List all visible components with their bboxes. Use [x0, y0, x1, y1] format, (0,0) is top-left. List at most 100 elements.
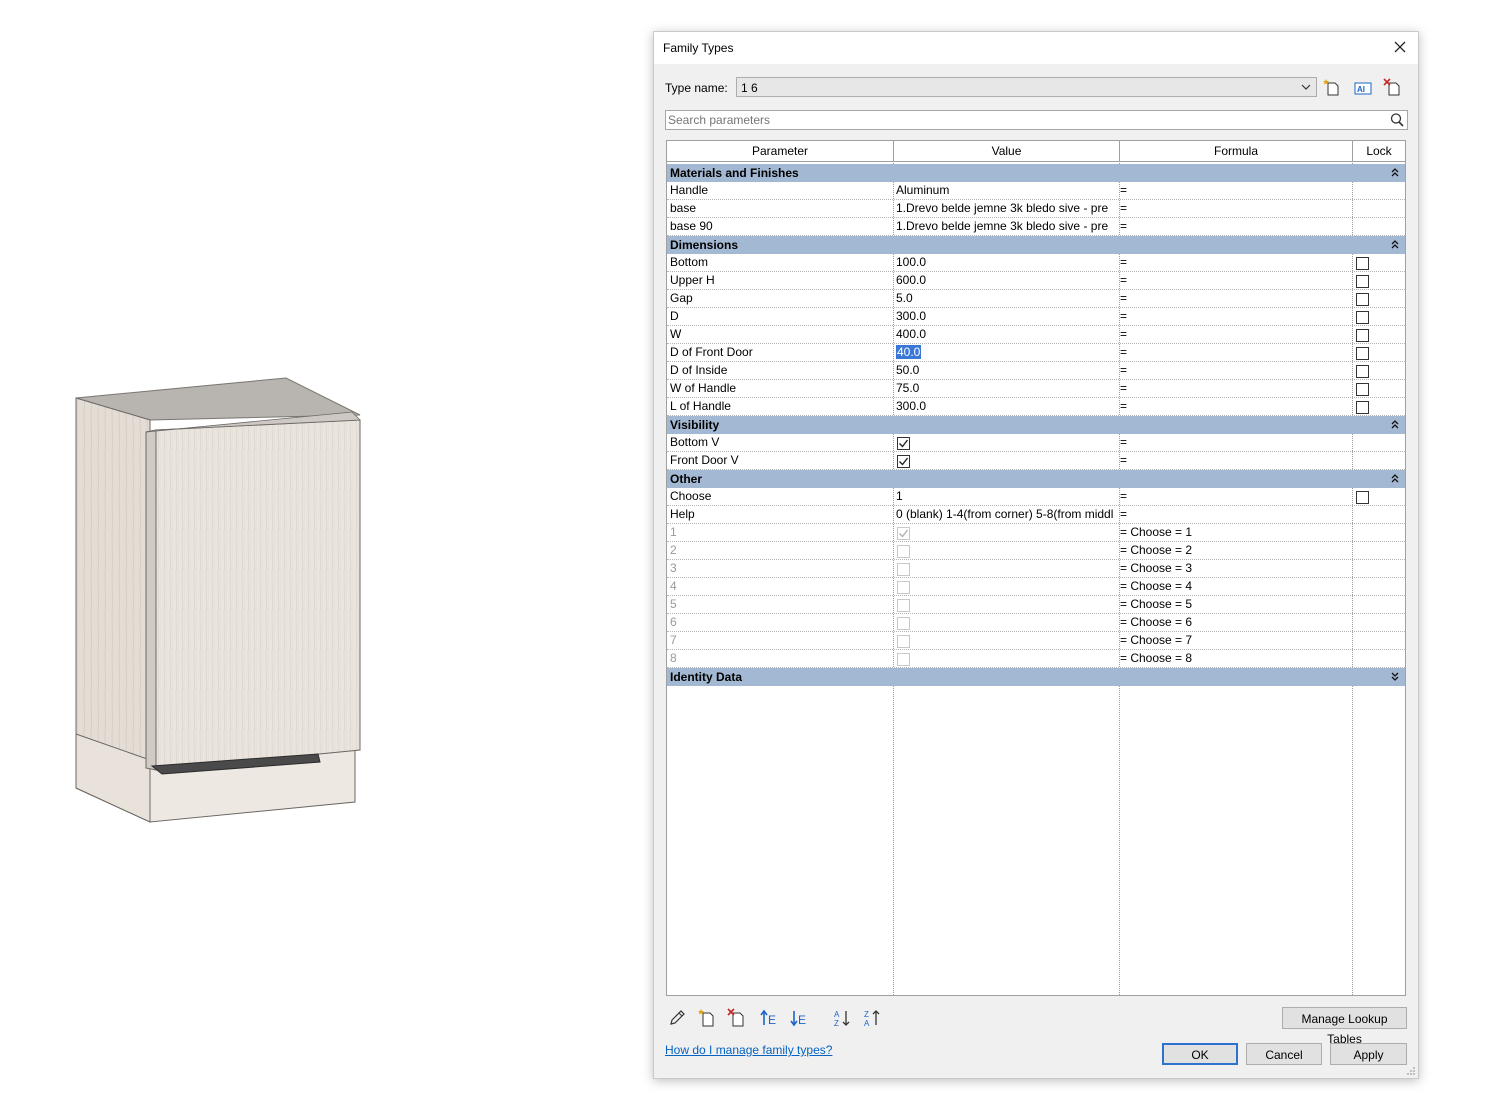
resize-grip-icon[interactable] — [1406, 1066, 1416, 1076]
parameter-formula[interactable]: = Choose = 5 — [1120, 596, 1350, 613]
table-row[interactable]: Bottom 100.0 = — [667, 254, 1405, 272]
help-link[interactable]: How do I manage family types? — [665, 1043, 832, 1057]
parameter-formula[interactable]: = — [1120, 218, 1350, 235]
parameter-value[interactable]: Aluminum — [896, 183, 949, 197]
close-icon[interactable] — [1390, 37, 1410, 57]
lock-checkbox[interactable] — [1356, 365, 1369, 378]
parameter-formula[interactable]: = Choose = 1 — [1120, 524, 1350, 541]
parameter-value-cell[interactable]: 40.0 — [896, 344, 1118, 361]
parameter-value[interactable]: 300.0 — [896, 399, 926, 413]
parameter-formula[interactable]: = — [1120, 326, 1350, 343]
table-row[interactable]: L of Handle 300.0 = — [667, 398, 1405, 416]
search-icon[interactable] — [1388, 112, 1406, 128]
lock-checkbox[interactable] — [1356, 275, 1369, 288]
parameter-value-cell[interactable]: 1.Drevo belde jemne 3k bledo sive - pre — [896, 200, 1118, 217]
table-row[interactable]: base 1.Drevo belde jemne 3k bledo sive - … — [667, 200, 1405, 218]
table-row[interactable]: Help 0 (blank) 1-4(from corner) 5-8(from … — [667, 506, 1405, 524]
parameter-formula[interactable]: = — [1120, 182, 1350, 199]
parameter-value-cell[interactable]: 5.0 — [896, 290, 1118, 307]
parameter-value[interactable]: 50.0 — [896, 363, 919, 377]
table-row[interactable]: 8 = Choose = 8 — [667, 650, 1405, 668]
lock-checkbox[interactable] — [1356, 311, 1369, 324]
parameter-formula[interactable]: = — [1120, 272, 1350, 289]
lock-checkbox[interactable] — [1356, 293, 1369, 306]
parameter-formula[interactable]: = — [1120, 380, 1350, 397]
column-header-value[interactable]: Value — [894, 141, 1120, 162]
parameter-value-cell[interactable]: 400.0 — [896, 326, 1118, 343]
column-header-parameter[interactable]: Parameter — [667, 141, 894, 162]
table-row[interactable]: D of Inside 50.0 = — [667, 362, 1405, 380]
table-row[interactable]: D 300.0 = — [667, 308, 1405, 326]
parameter-formula[interactable]: = — [1120, 434, 1350, 451]
chevron-double-up-icon[interactable] — [1390, 418, 1400, 432]
parameter-value[interactable]: 100.0 — [896, 255, 926, 269]
table-row[interactable]: 5 = Choose = 5 — [667, 596, 1405, 614]
parameter-value-cell[interactable]: 600.0 — [896, 272, 1118, 289]
chevron-double-up-icon[interactable] — [1390, 166, 1400, 180]
group-header-materials-and-finishes[interactable]: Materials and Finishes — [667, 164, 1405, 182]
parameter-value-cell[interactable]: 100.0 — [896, 254, 1118, 271]
table-row[interactable]: Bottom V = — [667, 434, 1405, 452]
chevron-double-down-icon[interactable] — [1390, 670, 1400, 684]
parameter-value[interactable]: 300.0 — [896, 309, 926, 323]
table-row[interactable]: 6 = Choose = 6 — [667, 614, 1405, 632]
group-header-other[interactable]: Other — [667, 470, 1405, 488]
rename-type-icon[interactable]: AI — [1352, 77, 1374, 99]
parameter-formula[interactable]: = — [1120, 308, 1350, 325]
parameter-value[interactable]: 1.Drevo belde jemne 3k bledo sive - pre — [896, 201, 1108, 215]
parameter-value[interactable]: 75.0 — [896, 381, 919, 395]
delete-parameter-icon[interactable] — [727, 1008, 747, 1028]
table-row[interactable]: Gap 5.0 = — [667, 290, 1405, 308]
parameter-value-cell[interactable]: 1 — [896, 488, 1118, 505]
value-checkbox[interactable] — [897, 437, 910, 450]
parameter-value[interactable]: 5.0 — [896, 291, 913, 305]
sort-ascending-icon[interactable]: A Z — [833, 1008, 853, 1028]
sort-descending-icon[interactable]: Z A — [863, 1008, 883, 1028]
delete-type-icon[interactable] — [1382, 77, 1404, 99]
lock-checkbox[interactable] — [1356, 401, 1369, 414]
move-down-icon[interactable]: E — [789, 1008, 809, 1028]
parameter-value[interactable]: 400.0 — [896, 327, 926, 341]
parameter-formula[interactable]: = — [1120, 254, 1350, 271]
parameter-formula[interactable]: = Choose = 8 — [1120, 650, 1350, 667]
parameter-value-cell[interactable]: 1.Drevo belde jemne 3k bledo sive - pre — [896, 218, 1118, 235]
table-row[interactable]: 4 = Choose = 4 — [667, 578, 1405, 596]
value-checkbox[interactable] — [897, 455, 910, 468]
parameter-formula[interactable]: = — [1120, 290, 1350, 307]
table-row[interactable]: Upper H 600.0 = — [667, 272, 1405, 290]
lock-checkbox[interactable] — [1356, 347, 1369, 360]
lock-checkbox[interactable] — [1356, 257, 1369, 270]
type-name-dropdown[interactable]: 1 6 — [736, 77, 1317, 97]
move-up-icon[interactable]: E — [759, 1008, 779, 1028]
parameter-value-cell[interactable]: 300.0 — [896, 308, 1118, 325]
parameter-value[interactable]: 1.Drevo belde jemne 3k bledo sive - pre — [896, 219, 1108, 233]
table-row[interactable]: D of Front Door 40.0 = — [667, 344, 1405, 362]
parameter-formula[interactable]: = Choose = 3 — [1120, 560, 1350, 577]
parameter-value-cell[interactable]: 0 (blank) 1-4(from corner) 5-8(from midd… — [896, 506, 1118, 523]
parameter-value-cell[interactable]: 300.0 — [896, 398, 1118, 415]
parameter-formula[interactable]: = Choose = 7 — [1120, 632, 1350, 649]
lock-checkbox[interactable] — [1356, 491, 1369, 504]
parameter-formula[interactable]: = — [1120, 344, 1350, 361]
manage-lookup-tables-button[interactable]: Manage Lookup Tables — [1282, 1007, 1407, 1046]
table-row[interactable]: 3 = Choose = 3 — [667, 560, 1405, 578]
parameter-value-cell[interactable]: Aluminum — [896, 182, 1118, 199]
parameter-value-cell[interactable]: 50.0 — [896, 362, 1118, 379]
table-row[interactable]: 7 = Choose = 7 — [667, 632, 1405, 650]
group-header-dimensions[interactable]: Dimensions — [667, 236, 1405, 254]
parameter-formula[interactable]: = Choose = 6 — [1120, 614, 1350, 631]
new-parameter-icon[interactable] — [697, 1008, 717, 1028]
table-row[interactable]: W 400.0 = — [667, 326, 1405, 344]
parameter-formula[interactable]: = — [1120, 488, 1350, 505]
parameter-formula[interactable]: = — [1120, 398, 1350, 415]
parameter-value[interactable]: 0 (blank) 1-4(from corner) 5-8(from midd… — [896, 507, 1113, 521]
table-row[interactable]: Choose 1 = — [667, 488, 1405, 506]
table-row[interactable]: 1 = Choose = 1 — [667, 524, 1405, 542]
table-row[interactable]: Front Door V = — [667, 452, 1405, 470]
table-row[interactable]: Handle Aluminum = — [667, 182, 1405, 200]
parameter-value[interactable]: 1 — [896, 489, 903, 503]
parameter-value-cell[interactable]: 75.0 — [896, 380, 1118, 397]
cancel-button[interactable]: Cancel — [1246, 1043, 1322, 1065]
pencil-icon[interactable] — [667, 1008, 687, 1028]
lock-checkbox[interactable] — [1356, 329, 1369, 342]
